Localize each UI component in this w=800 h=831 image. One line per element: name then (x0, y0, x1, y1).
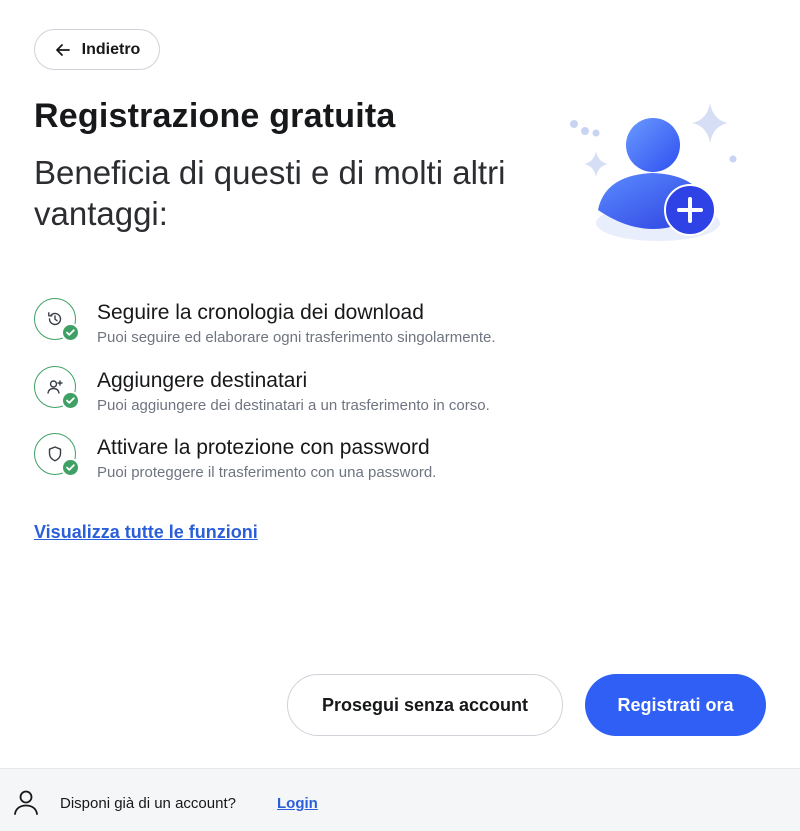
login-link[interactable]: Login (277, 795, 318, 812)
feature-title: Seguire la cronologia dei download (97, 301, 424, 324)
continue-without-account-button[interactable]: Prosegui senza account (287, 674, 563, 736)
list-item: Seguire la cronologia dei download Puoi … (34, 298, 594, 354)
login-prompt: Disponi già di un account? (60, 795, 236, 812)
page-subtitle: Beneficia di questi e di molti altri van… (34, 154, 506, 232)
feature-description: Puoi aggiungere dei destinatari a un tra… (97, 397, 490, 414)
feature-title: Attivare la protezione con password (97, 436, 430, 459)
history-icon (34, 298, 80, 342)
shield-icon (34, 433, 80, 477)
page-title: Registrazione gratuita (34, 97, 396, 135)
user-icon (14, 790, 38, 815)
check-icon (61, 323, 80, 342)
check-icon (61, 391, 80, 410)
feature-title: Aggiungere destinatari (97, 369, 308, 392)
all-features-link[interactable]: Visualizza tutte le funzioni (34, 522, 258, 543)
list-item: Aggiungere destinatari Puoi aggiungere d… (34, 366, 594, 422)
add-recipient-icon (34, 366, 80, 410)
list-item: Attivare la protezione con password Puoi… (34, 433, 594, 489)
feature-description: Puoi proteggere il trasferimento con una… (97, 464, 437, 481)
feature-description: Puoi seguire ed elaborare ogni trasferim… (97, 329, 496, 346)
add-user-icon (570, 103, 737, 241)
check-icon (61, 458, 80, 477)
back-button[interactable]: Indietro (34, 29, 160, 70)
footer: Disponi già di un account? Login (0, 768, 800, 831)
register-button[interactable]: Registrati ora (585, 674, 766, 736)
back-button-label: Indietro (81, 40, 141, 58)
arrow-left-icon (55, 43, 70, 56)
